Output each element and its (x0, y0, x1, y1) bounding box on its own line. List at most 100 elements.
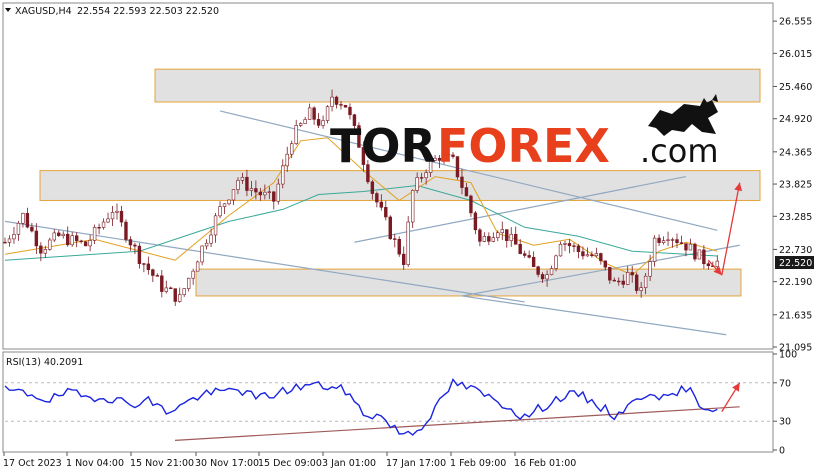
price-tick-label: 21.635 (779, 310, 812, 321)
candle (410, 189, 415, 228)
candle-body (25, 213, 30, 228)
candle-body (169, 287, 173, 289)
candle (195, 260, 200, 272)
candle-body (702, 249, 706, 265)
candle-body (97, 227, 101, 229)
candle-body (151, 269, 155, 276)
candle (397, 236, 401, 257)
candle-body (684, 243, 688, 251)
candle-body (500, 229, 504, 234)
candle-body (473, 212, 478, 231)
candle-body (204, 242, 209, 247)
price-tick-label: 25.460 (779, 82, 812, 93)
candle-body (334, 96, 339, 105)
candle-body (137, 245, 142, 264)
candle-body (540, 274, 545, 280)
candle-body (464, 187, 469, 197)
time-tick-label: 16 Feb 01:00 (514, 458, 576, 469)
candle-body (74, 235, 79, 242)
candle-body (285, 153, 289, 167)
candle-body (303, 119, 307, 124)
candle-body (410, 190, 415, 223)
candle-body (66, 233, 70, 246)
candle-body (298, 123, 303, 126)
candle-body (643, 275, 648, 288)
candle-body (679, 242, 684, 244)
candle-body (70, 235, 74, 246)
symbol-label: XAGUSD,H4 (15, 6, 72, 17)
candle-body (657, 237, 661, 243)
candle (406, 216, 410, 267)
candle-body (693, 243, 697, 260)
price-tick-label: 22.730 (779, 245, 812, 256)
candle-body (195, 261, 200, 272)
time-tick-label: 30 Nov 17:00 (195, 458, 259, 469)
ohlc-values: 22.554 22.593 22.503 22.520 (77, 6, 219, 17)
candle-body (608, 266, 612, 281)
candle-body (567, 243, 572, 247)
candle-body (581, 251, 585, 257)
time-tick-label: 17 Oct 2023 (3, 458, 62, 469)
candle-body (572, 245, 576, 247)
candle-body (128, 239, 133, 246)
sr-zone-2 (39, 170, 761, 201)
candle-body (61, 233, 65, 236)
candle-body (670, 239, 675, 241)
candle-body (617, 280, 621, 283)
sr-zone-1 (154, 68, 761, 103)
candle-body (321, 120, 325, 126)
candle-body (375, 193, 379, 203)
candle-body (52, 232, 56, 241)
candle-body (630, 272, 634, 276)
candle-body (558, 244, 563, 257)
candle-body (119, 210, 124, 223)
time-tick-label: 15 Dec 09:00 (258, 458, 322, 469)
candle-body (173, 288, 177, 302)
candle-body (527, 255, 531, 258)
rsi-tick-label: 0 (779, 446, 785, 457)
candle-body (531, 256, 536, 268)
candle-body (522, 253, 527, 256)
watermark-tor: TOR (330, 119, 436, 173)
candle-body (213, 215, 218, 236)
watermark-forex: FOREX (437, 119, 610, 173)
time-tick-label: 3 Jan 01:00 (322, 458, 376, 469)
candle-body (290, 143, 294, 155)
candle-body (343, 104, 348, 108)
sr-zone-3 (195, 268, 742, 297)
candle (634, 272, 639, 294)
candle-body (402, 253, 406, 265)
candle-body (330, 96, 334, 107)
candle-body (509, 233, 513, 241)
candle-body (505, 229, 509, 241)
candle-body (576, 245, 581, 252)
candle-body (43, 249, 48, 254)
candle-body (155, 275, 160, 277)
candle-body (639, 287, 643, 291)
candle-body (39, 245, 43, 254)
candle-body (496, 232, 500, 238)
candle-body (688, 243, 693, 251)
candle-body (57, 232, 61, 236)
candle-body (186, 277, 191, 289)
candle-body (652, 237, 657, 262)
candle-body (200, 245, 204, 263)
candle-body (482, 236, 487, 242)
candle-body (316, 119, 321, 126)
last-price-tag: 22.520 (775, 256, 814, 269)
price-tick-label: 22.190 (779, 277, 812, 288)
candle-body (312, 107, 316, 120)
candle-body (460, 176, 464, 188)
candle-body (661, 240, 666, 243)
time-axis: 17 Oct 2023 1 Nov 04:00 15 Nov 21:00 30 Nov… (3, 452, 576, 469)
rsi-panel-frame (2, 351, 774, 453)
candle-body (191, 270, 195, 279)
candle-body (263, 191, 267, 196)
rsi-axis: 100 70 30 0 (773, 350, 797, 457)
candle-body (626, 272, 630, 285)
candle-body (146, 263, 151, 270)
candle-body (34, 230, 39, 247)
candle-body (554, 255, 558, 269)
candle-body (254, 188, 258, 193)
candle-body (536, 266, 540, 275)
